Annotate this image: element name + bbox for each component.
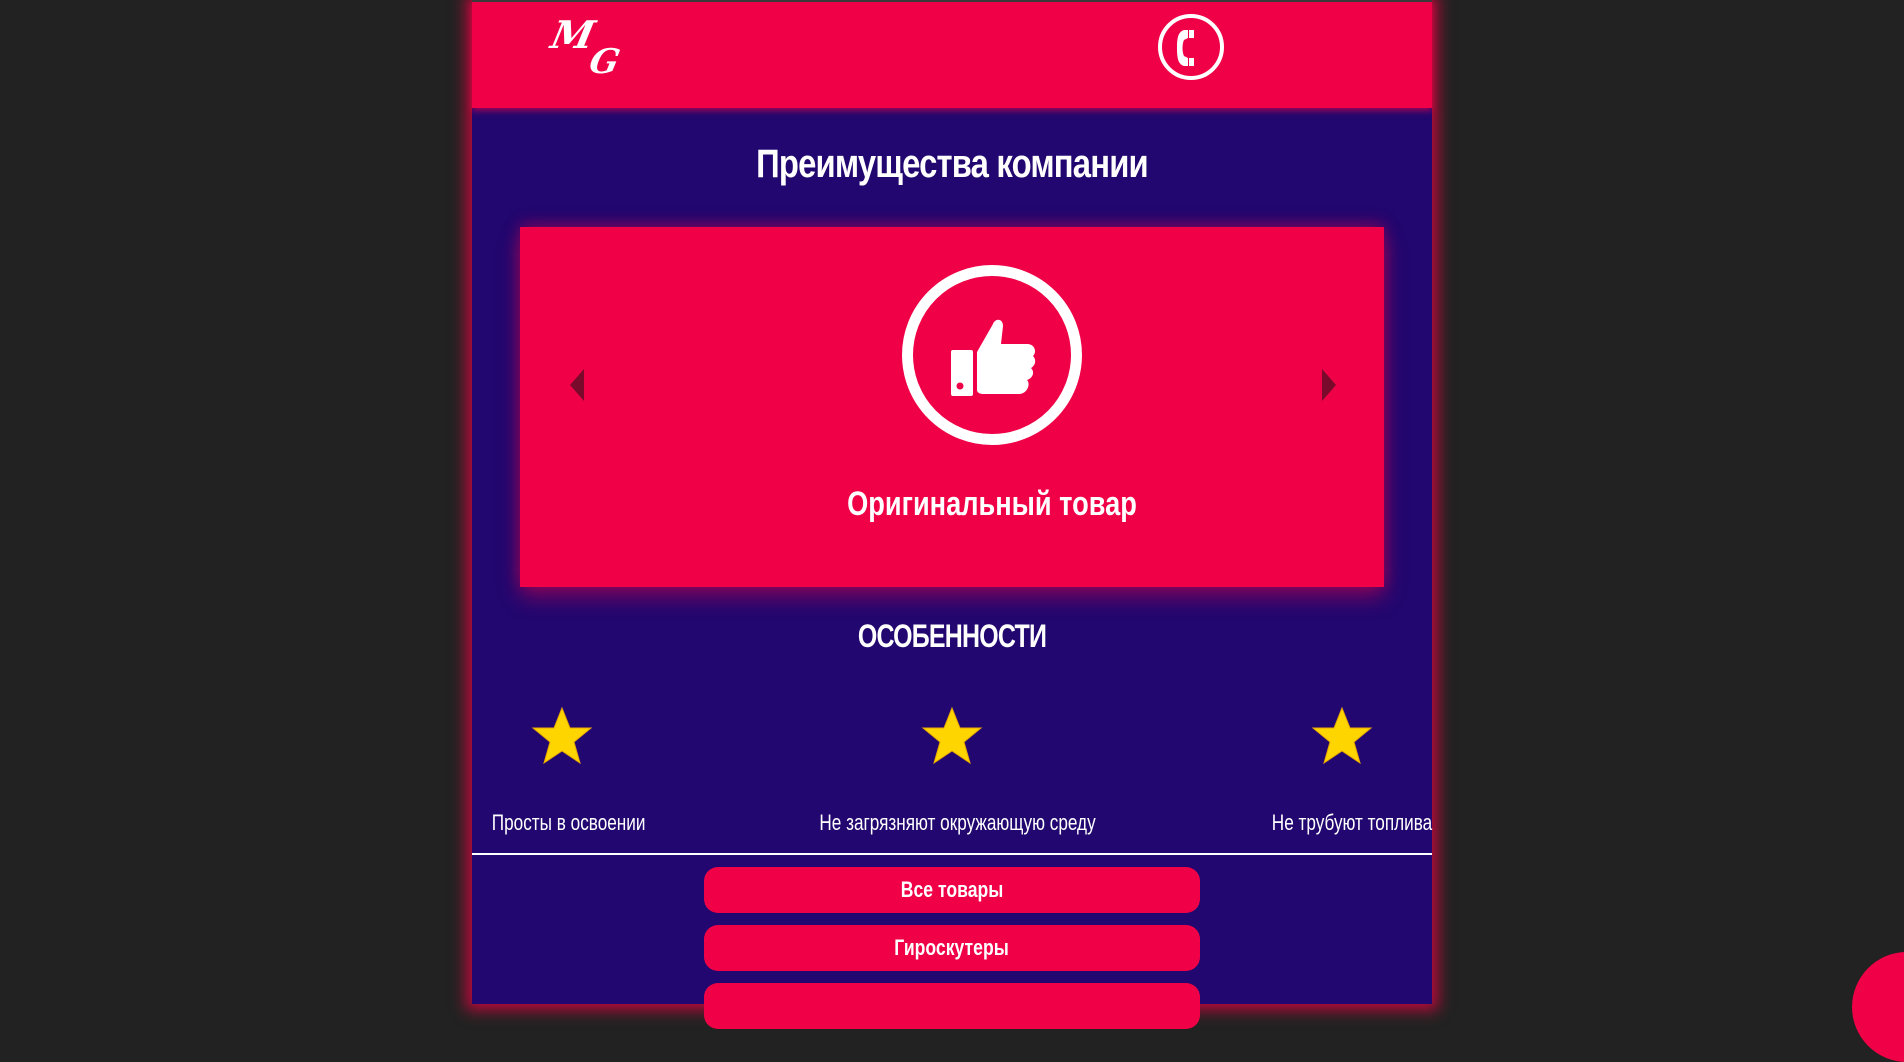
feature-item: Не загрязняют окружающую среду bbox=[782, 706, 1122, 836]
features-title: ОСОБЕННОСТИ bbox=[857, 618, 1047, 654]
divider bbox=[472, 853, 1432, 855]
thumbs-up-icon-circle bbox=[902, 265, 1082, 445]
menu-button-hoverboards[interactable]: Гироскутеры bbox=[704, 925, 1200, 971]
menu-button-label: Все товары bbox=[900, 877, 1004, 902]
feature-label: Просты в освоении bbox=[491, 810, 646, 835]
phone-icon bbox=[1177, 30, 1194, 66]
star-icon bbox=[921, 706, 983, 765]
advantages-title: Преимущества компании bbox=[756, 142, 1149, 186]
feature-label: Не трубуют топлива bbox=[1271, 810, 1433, 835]
floating-action-button[interactable] bbox=[1852, 952, 1904, 1062]
advantages-slider: Оригинальный товар bbox=[520, 227, 1384, 587]
feature-item: Не трубуют топлива bbox=[1252, 706, 1432, 836]
logo-letter-g: G bbox=[585, 42, 624, 82]
star-icon bbox=[1311, 706, 1373, 765]
feature-label: Не загрязняют окружающую среду bbox=[819, 810, 1096, 835]
site-header: M G bbox=[472, 0, 1432, 108]
slider-prev-arrow[interactable] bbox=[570, 369, 584, 401]
thumbs-up-icon bbox=[951, 319, 1036, 396]
menu-button-more[interactable] bbox=[704, 983, 1200, 1029]
menu-button-all-products[interactable]: Все товары bbox=[704, 867, 1200, 913]
logo-letter-m: M bbox=[547, 12, 599, 57]
slider-next-arrow[interactable] bbox=[1322, 369, 1336, 401]
slide-caption: Оригинальный товар bbox=[847, 485, 1137, 523]
star-icon bbox=[531, 706, 593, 765]
feature-item: Просты в освоении bbox=[472, 706, 652, 836]
phone-button[interactable] bbox=[1158, 14, 1224, 80]
menu-button-label: Гироскутеры bbox=[894, 935, 1010, 960]
page-container: M G Преимущества компании Оригинальный т… bbox=[472, 0, 1432, 1029]
logo[interactable]: M G bbox=[547, 12, 642, 82]
